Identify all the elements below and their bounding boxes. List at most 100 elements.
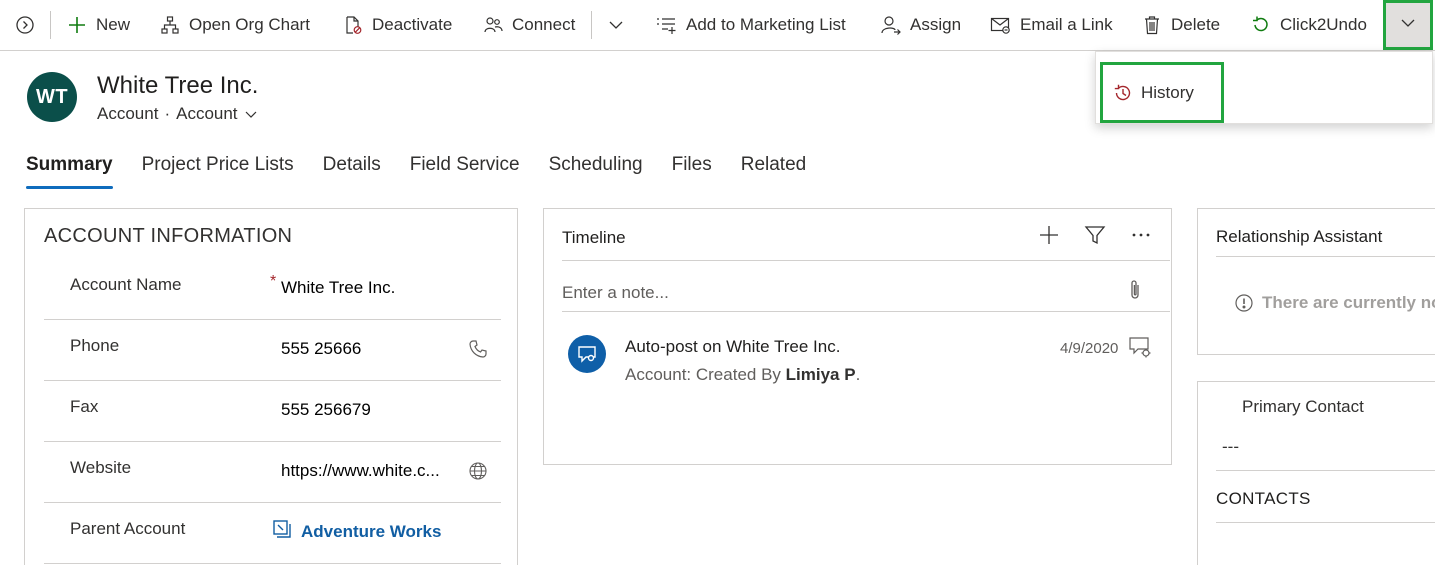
post-title[interactable]: Auto-post on White Tree Inc. — [625, 337, 840, 357]
chevron-down-icon — [1399, 14, 1417, 37]
phone-icon[interactable] — [467, 338, 489, 360]
open-org-chart-label: Open Org Chart — [189, 15, 310, 34]
required-indicator: * — [270, 273, 277, 290]
post-suffix: . — [855, 365, 861, 384]
more-commands-menu: History — [1095, 51, 1433, 124]
timeline-section: Timeline Enter a note... Auto-post on Wh… — [543, 208, 1172, 465]
field-website: Website https://www.white.c... — [44, 442, 501, 503]
assign-icon — [880, 14, 902, 36]
primary-contact-label: Primary Contact — [1242, 397, 1364, 416]
account-name-input[interactable]: White Tree Inc. — [281, 278, 395, 298]
divider — [562, 260, 1170, 261]
relationship-assistant-section: Relationship Assistant There are current… — [1197, 208, 1435, 355]
field-fax: Fax 555 256679 — [44, 381, 501, 442]
tab-project-price-lists[interactable]: Project Price Lists — [142, 154, 294, 188]
click2undo-label: Click2Undo — [1280, 15, 1367, 34]
click2undo-button[interactable]: Click2Undo — [1250, 0, 1367, 50]
assign-label: Assign — [910, 15, 962, 34]
relationship-assistant-title: Relationship Assistant — [1216, 227, 1383, 246]
add-to-marketing-list-label: Add to Marketing List — [686, 15, 846, 34]
account-information-section: ACCOUNT INFORMATION Account Name * White… — [24, 208, 518, 565]
timeline-actions — [1037, 223, 1153, 247]
page-title: White Tree Inc. — [97, 72, 259, 99]
divider — [1216, 522, 1435, 523]
trash-icon — [1141, 14, 1163, 36]
form-selector[interactable]: Account — [176, 104, 257, 124]
post-author: Limiya P — [785, 365, 856, 384]
form-tabs: Summary Project Price Lists Details Fiel… — [26, 154, 835, 190]
filter-icon[interactable] — [1083, 223, 1107, 247]
add-to-marketing-list-button[interactable]: Add to Marketing List — [656, 0, 846, 50]
undo-icon — [1250, 14, 1272, 36]
assign-button[interactable]: Assign — [880, 0, 961, 50]
plus-icon — [66, 14, 88, 36]
new-button[interactable]: New — [66, 0, 130, 50]
email-a-link-button[interactable]: Email a Link — [990, 0, 1113, 50]
deactivate-label: Deactivate — [372, 15, 453, 34]
command-separator — [591, 11, 592, 39]
field-parent-account: Parent Account Adventure Works — [44, 503, 501, 564]
field-label: Fax — [70, 397, 99, 416]
form-name: Account — [176, 104, 238, 123]
auto-post-icon — [568, 335, 606, 373]
nav-expand-button[interactable] — [14, 0, 44, 50]
connect-icon — [482, 14, 504, 36]
tab-details[interactable]: Details — [323, 154, 381, 188]
command-bar: New Open Org Chart Deactivate Connect Ad… — [0, 0, 1435, 51]
deactivate-button[interactable]: Deactivate — [342, 0, 452, 50]
new-button-label: New — [96, 15, 131, 34]
empty-state-text: There are currently no — [1262, 293, 1435, 312]
primary-contact-lookup[interactable]: --- — [1222, 437, 1239, 457]
tab-summary[interactable]: Summary — [26, 154, 113, 189]
timeline-title: Timeline — [562, 228, 626, 247]
email-icon — [990, 14, 1012, 36]
phone-input[interactable]: 555 25666 — [281, 339, 361, 359]
delete-button[interactable]: Delete — [1141, 0, 1220, 50]
chevron-down-icon — [244, 107, 258, 121]
tab-field-service[interactable]: Field Service — [410, 154, 520, 188]
paperclip-icon[interactable] — [1125, 278, 1147, 302]
delete-label: Delete — [1171, 15, 1221, 34]
org-chart-icon — [159, 14, 181, 36]
history-menu-label: History — [1141, 82, 1194, 102]
email-a-link-label: Email a Link — [1020, 15, 1113, 34]
record-subtitle: Account · Account — [97, 104, 258, 124]
field-phone: Phone 555 25666 — [44, 320, 501, 381]
tab-related[interactable]: Related — [741, 154, 807, 188]
post-subtitle-prefix: Account: Created By — [625, 365, 786, 384]
info-icon — [1234, 293, 1254, 313]
history-icon — [1112, 82, 1134, 104]
section-title: ACCOUNT INFORMATION — [44, 225, 293, 247]
field-label: Website — [70, 458, 132, 477]
post-subtitle: Account: Created By Limiya P. — [625, 365, 860, 385]
connect-label: Connect — [512, 15, 576, 34]
website-input[interactable]: https://www.white.c... — [281, 461, 440, 481]
fax-input[interactable]: 555 256679 — [281, 400, 371, 420]
open-org-chart-button[interactable]: Open Org Chart — [159, 0, 310, 50]
divider — [1216, 256, 1435, 257]
field-account-name: Account Name * White Tree Inc. — [44, 259, 501, 320]
divider — [562, 311, 1170, 312]
avatar: WT — [27, 72, 77, 122]
divider — [1216, 470, 1435, 471]
command-separator — [50, 11, 51, 39]
connect-button[interactable]: Connect — [482, 0, 575, 50]
globe-icon[interactable] — [467, 460, 489, 482]
connect-dropdown-button[interactable] — [605, 0, 635, 50]
chevron-down-icon — [605, 14, 627, 36]
history-menu-item[interactable]: History — [1100, 62, 1224, 123]
tab-scheduling[interactable]: Scheduling — [549, 154, 643, 188]
more-options-icon[interactable] — [1129, 223, 1153, 247]
parent-account-link[interactable]: Adventure Works — [301, 522, 441, 542]
plus-icon[interactable] — [1037, 223, 1061, 247]
add-list-icon — [656, 14, 678, 36]
tab-files[interactable]: Files — [672, 154, 712, 188]
deactivate-icon — [342, 14, 364, 36]
field-label: Parent Account — [70, 519, 186, 538]
entity-name: Account — [97, 104, 159, 123]
more-commands-button[interactable] — [1383, 0, 1433, 50]
field-label: Account Name — [70, 275, 182, 294]
post-settings-icon[interactable] — [1128, 335, 1152, 359]
note-input[interactable]: Enter a note... — [562, 283, 669, 303]
contacts-title: CONTACTS — [1216, 489, 1311, 508]
